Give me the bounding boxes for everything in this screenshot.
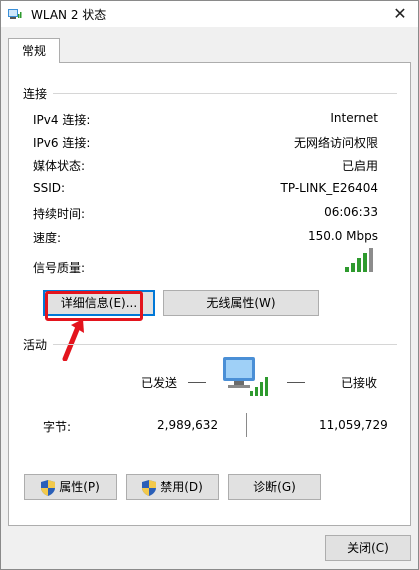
media-state-value: 已启用 [341, 159, 378, 173]
sent-label: 已发送 [141, 376, 178, 390]
ssid-value: TP-LINK_E26404 [280, 181, 378, 195]
tab-general[interactable]: 常规 [8, 38, 60, 63]
activity-heading: 活动 [23, 338, 48, 352]
duration-value: 06:06:33 [324, 205, 378, 219]
signal-quality-label: 信号质量: [33, 261, 86, 275]
bytes-label: 字节: [43, 420, 72, 434]
sent-dash [188, 382, 206, 383]
media-state-label: 媒体状态: [33, 159, 86, 173]
properties-label: 属性(P) [59, 480, 100, 494]
ipv6-label: IPv6 连接: [33, 136, 91, 150]
close-window-button[interactable]: ✕ [382, 1, 418, 27]
ipv4-label: IPv4 连接: [33, 113, 91, 127]
properties-button[interactable]: 属性(P) [24, 474, 117, 500]
received-dash [287, 382, 305, 383]
connection-heading: 连接 [23, 87, 48, 101]
status-dialog: WLAN 2 状态 ✕ 常规 连接 IPv4 连接: Internet IPv6… [0, 0, 419, 570]
ipv4-value: Internet [330, 111, 378, 125]
bytes-separator [246, 413, 247, 437]
shield-icon [41, 479, 56, 496]
close-button[interactable]: 关闭(C) [325, 535, 411, 561]
duration-label: 持续时间: [33, 207, 86, 221]
wireless-properties-button[interactable]: 无线属性(W) [163, 290, 319, 316]
bytes-received-value: 11,059,729 [319, 418, 388, 432]
disable-label: 禁用(D) [160, 480, 203, 494]
network-computer-icon [223, 357, 268, 396]
speed-label: 速度: [33, 231, 62, 245]
shield-icon [142, 479, 157, 496]
received-label: 已接收 [341, 376, 378, 390]
diagnose-button[interactable]: 诊断(G) [228, 474, 321, 500]
ipv6-value: 无网络访问权限 [293, 136, 378, 150]
signal-strength-icon [345, 248, 373, 272]
bytes-sent-value: 2,989,632 [157, 418, 219, 432]
speed-value: 150.0 Mbps [307, 229, 378, 243]
ssid-label: SSID: [33, 181, 66, 195]
highlight-box [45, 291, 143, 321]
title-bar: WLAN 2 状态 ✕ [1, 1, 418, 27]
arrow-icon [62, 319, 84, 361]
disable-button[interactable]: 禁用(D) [126, 474, 219, 500]
activity-divider [53, 344, 397, 345]
window-title: WLAN 2 状态 [31, 8, 107, 22]
wifi-adapter-icon [8, 9, 22, 19]
connection-divider [53, 93, 397, 94]
